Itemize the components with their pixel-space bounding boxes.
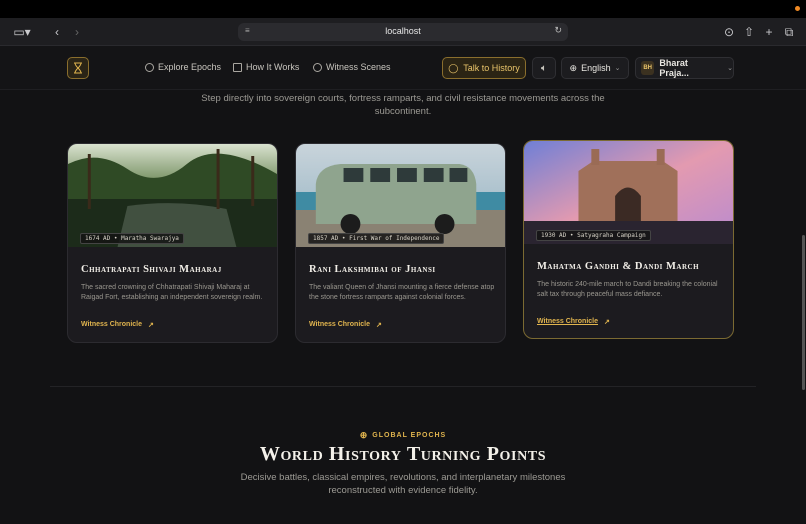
download-icon[interactable]: ⊙: [722, 24, 736, 40]
witness-chronicle-link[interactable]: Witness Chronicle ↗: [309, 321, 382, 329]
card-description: The sacred crowning of Chhatrapati Shiva…: [81, 284, 263, 301]
sidebar-toggle-icon[interactable]: ▭▾: [10, 24, 34, 40]
globe-icon: ⊕: [359, 430, 369, 440]
chevron-down-icon: ⌄: [614, 65, 621, 72]
witness-chronicle-link[interactable]: Witness Chronicle ↗: [81, 321, 154, 329]
arrow-up-right-icon: ↗: [604, 319, 610, 326]
section-divider: [50, 386, 756, 387]
card-description: The valiant Queen of Jhansi mounting a f…: [309, 284, 495, 301]
compass-icon: [145, 62, 154, 72]
card-tag: 1674 AD • Maratha Swarajya: [80, 233, 184, 244]
card-image-forest: [68, 144, 277, 247]
back-icon[interactable]: ‹: [50, 24, 64, 40]
card-title: Chhatrapati Shivaji Maharaj: [81, 264, 222, 275]
speaker-icon: 🔈︎: [541, 62, 547, 74]
talk-to-history-button[interactable]: ◯ Talk to History: [442, 57, 526, 79]
logo[interactable]: [67, 57, 89, 79]
card-title: Rani Lakshmibai of Jhansi: [309, 264, 436, 275]
url-text: localhost: [385, 26, 421, 36]
recording-indicator: [795, 6, 800, 11]
reload-icon[interactable]: ↻: [554, 25, 562, 36]
epoch-card-lakshmibai[interactable]: 1857 AD • First War of Independence Rani…: [295, 143, 506, 343]
globe-icon: ⊕: [569, 62, 578, 73]
section-description: Decisive battles, classical empires, rev…: [240, 472, 566, 496]
address-bar[interactable]: ≡ localhost ↻: [238, 23, 568, 41]
nav-how-it-works[interactable]: How It Works: [233, 62, 299, 72]
avatar: BH: [641, 61, 655, 75]
nav-witness-scenes[interactable]: Witness Scenes: [313, 62, 391, 72]
card-image-gateway: [524, 141, 733, 244]
book-icon: [233, 62, 242, 72]
chat-bubble-icon: ◯: [448, 62, 459, 73]
card-title: Mahatma Gandhi & Dandi March: [537, 261, 700, 272]
tab-overview-icon[interactable]: ⧉: [782, 24, 796, 40]
arrow-up-right-icon: ↗: [148, 322, 154, 329]
card-image-van: [296, 144, 505, 247]
nav-explore-epochs[interactable]: Explore Epochs: [145, 62, 221, 72]
forward-icon[interactable]: ›: [70, 24, 84, 40]
card-tag: 1930 AD • Satyagraha Campaign: [536, 230, 651, 241]
arrow-up-right-icon: ↗: [376, 322, 382, 329]
epoch-card-gandhi[interactable]: 1930 AD • Satyagraha Campaign Mahatma Ga…: [523, 140, 734, 339]
browser-toolbar: ▭▾ ‹ › ≡ localhost ↻ ⊙ ⇧ + ⧉: [0, 18, 806, 46]
section-eyebrow: ⊕ GLOBAL EPOCHS: [359, 430, 447, 440]
clock-icon: [313, 62, 322, 72]
hourglass-icon: [74, 62, 82, 74]
new-tab-icon[interactable]: +: [762, 24, 776, 40]
chevron-down-icon: ⌄: [727, 65, 733, 72]
witness-chronicle-link[interactable]: Witness Chronicle ↗: [537, 318, 610, 326]
section-title: World History Turning Points: [259, 443, 547, 465]
system-top-bar: [0, 0, 806, 18]
section-intro-text: Step directly into sovereign courts, for…: [201, 93, 605, 117]
card-description: The historic 240-mile march to Dandi bre…: [537, 281, 718, 298]
page-scrollbar[interactable]: [802, 235, 805, 390]
epoch-card-shivaji[interactable]: 1674 AD • Maratha Swarajya Chhatrapati S…: [67, 143, 278, 343]
language-select[interactable]: ⊕ English ⌄: [561, 57, 629, 79]
sound-toggle-button[interactable]: 🔈︎: [532, 57, 556, 79]
user-menu-button[interactable]: BH Bharat Praja... ⌄: [635, 57, 734, 79]
card-tag: 1857 AD • First War of Independence: [308, 233, 445, 244]
share-icon[interactable]: ⇧: [742, 24, 756, 40]
